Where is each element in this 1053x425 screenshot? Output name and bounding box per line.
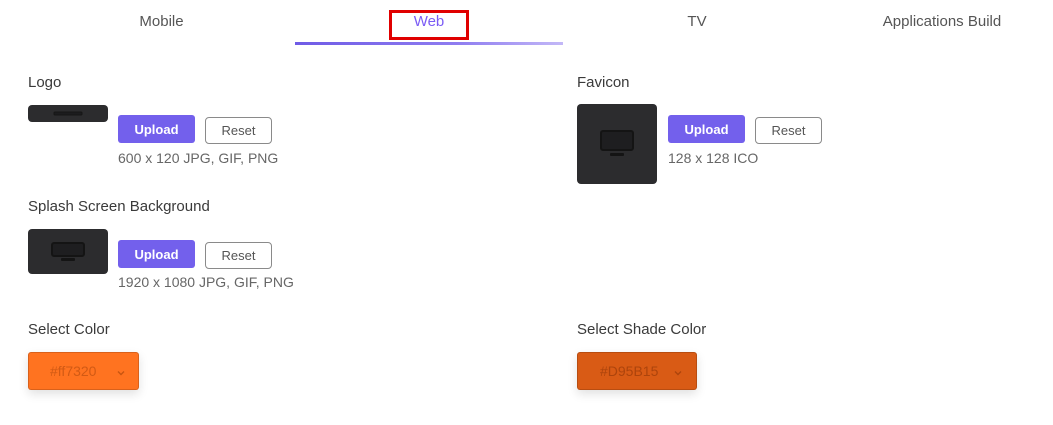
monitor-icon xyxy=(51,241,85,261)
logo-preview xyxy=(28,105,108,122)
logo-label: Logo xyxy=(28,74,62,91)
splash-upload-button[interactable]: Upload xyxy=(118,240,195,268)
favicon-reset-button[interactable]: Reset xyxy=(755,117,822,144)
primary-color-value: #ff7320 xyxy=(50,363,97,379)
shade-color-select[interactable]: #D95B15 xyxy=(577,352,697,390)
splash-label: Splash Screen Background xyxy=(28,198,210,215)
tab-applications-build-label: Applications Build xyxy=(882,12,1002,30)
splash-reset-button[interactable]: Reset xyxy=(205,242,272,269)
logo-upload-button[interactable]: Upload xyxy=(118,115,195,143)
splash-preview xyxy=(28,229,108,274)
tab-applications-build[interactable]: Applications Build xyxy=(831,0,1053,46)
logo-reset-button[interactable]: Reset xyxy=(205,117,272,144)
favicon-hint: 128 x 128 ICO xyxy=(668,150,759,166)
favicon-preview xyxy=(577,104,657,184)
tab-tv-label: TV xyxy=(687,12,707,30)
tab-mobile-label: Mobile xyxy=(139,12,184,30)
logo-hint: 600 x 120 JPG, GIF, PNG xyxy=(118,150,279,166)
select-shade-color-label: Select Shade Color xyxy=(577,321,707,338)
tab-mobile[interactable]: Mobile xyxy=(28,0,295,46)
active-tab-highlight-box xyxy=(389,10,469,40)
primary-color-select[interactable]: #ff7320 xyxy=(28,352,139,390)
favicon-label: Favicon xyxy=(577,74,630,91)
platform-tabs: Mobile Web TV Applications Build xyxy=(0,0,1053,46)
select-color-label: Select Color xyxy=(28,321,110,338)
active-tab-underline xyxy=(295,42,563,45)
splash-hint: 1920 x 1080 JPG, GIF, PNG xyxy=(118,274,294,290)
shade-color-value: #D95B15 xyxy=(600,363,659,379)
chevron-down-icon xyxy=(116,365,126,381)
chevron-down-icon xyxy=(673,365,683,381)
favicon-upload-button[interactable]: Upload xyxy=(668,115,745,143)
tab-tv[interactable]: TV xyxy=(563,0,831,46)
monitor-icon xyxy=(53,111,83,115)
monitor-icon xyxy=(600,130,634,156)
